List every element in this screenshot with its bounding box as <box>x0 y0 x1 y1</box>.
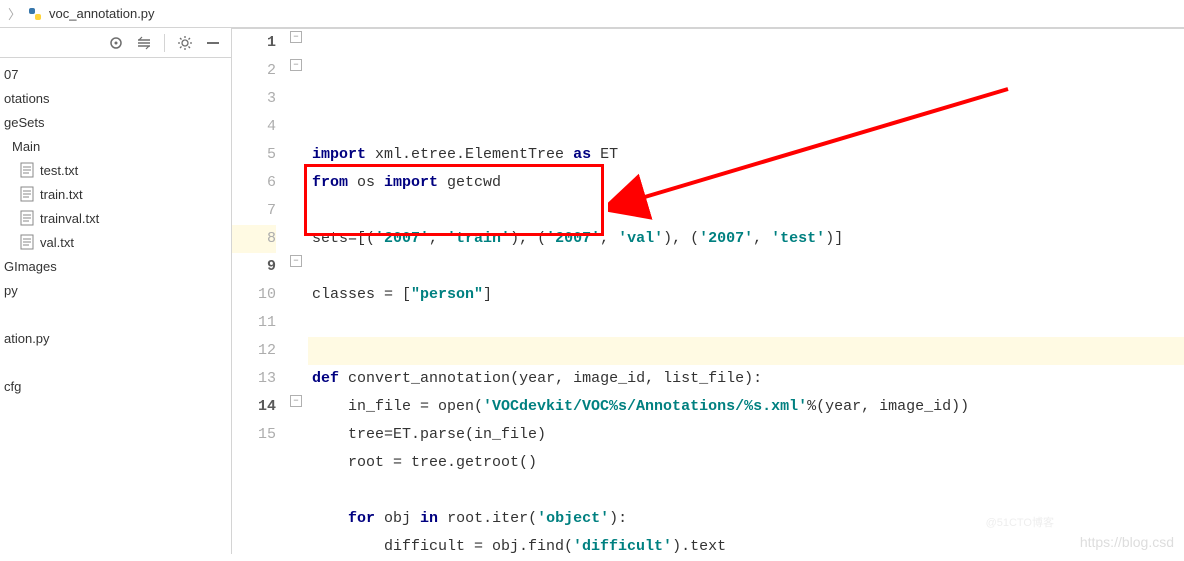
code-line[interactable] <box>308 197 1184 225</box>
line-number: 14 <box>232 393 276 421</box>
line-number: 11 <box>232 309 276 337</box>
breadcrumb: 〉 voc_annotation.py <box>0 0 1184 28</box>
chevron-right-icon: 〉 <box>8 4 21 23</box>
hide-icon[interactable] <box>205 35 221 51</box>
breadcrumb-file[interactable]: voc_annotation.py <box>49 6 155 21</box>
tree-item-label: otations <box>4 91 50 106</box>
tree-item[interactable]: ation.py <box>0 326 231 350</box>
watermark: https://blog.csd <box>1080 534 1174 550</box>
line-number: 6 <box>232 169 276 197</box>
fold-marker-icon[interactable]: − <box>290 255 302 267</box>
python-file-icon <box>27 6 43 22</box>
line-number: 4 <box>232 113 276 141</box>
code-line[interactable]: in_file = open('VOCdevkit/VOC%s/Annotati… <box>308 393 1184 421</box>
code-line[interactable]: import xml.etree.ElementTree as ET <box>308 141 1184 169</box>
tree-item-label: train.txt <box>40 187 83 202</box>
tree-item-label: GImages <box>4 259 57 274</box>
code-line[interactable]: sets=[('2007', 'train'), ('2007', 'val')… <box>308 225 1184 253</box>
code-line[interactable] <box>308 477 1184 505</box>
text-file-icon <box>20 162 36 178</box>
line-gutter: 123456789101112131415 <box>232 29 290 561</box>
line-number: 7 <box>232 197 276 225</box>
tree-item-label: py <box>4 283 18 298</box>
tree-item[interactable]: train.txt <box>0 182 231 206</box>
tree-item[interactable]: py <box>0 278 231 302</box>
code-editor[interactable]: 123456789101112131415 −−−− import xml.et… <box>232 29 1184 561</box>
target-icon[interactable] <box>108 35 124 51</box>
tree-item-label: test.txt <box>40 163 78 178</box>
line-number: 9 <box>232 253 276 281</box>
code-line[interactable]: tree=ET.parse(in_file) <box>308 421 1184 449</box>
toolbar-divider <box>164 34 165 52</box>
tree-item[interactable]: otations <box>0 86 231 110</box>
line-number: 12 <box>232 337 276 365</box>
line-number: 10 <box>232 281 276 309</box>
tree-item[interactable]: Main <box>0 134 231 158</box>
tree-item-label: trainval.txt <box>40 211 99 226</box>
tree-item[interactable] <box>0 350 231 374</box>
tree-item-label: val.txt <box>40 235 74 250</box>
file-tree: 07 otations geSets Maintest.txt train.txt tra… <box>0 58 231 402</box>
line-number: 5 <box>232 141 276 169</box>
tree-item-label: 07 <box>4 67 18 82</box>
code-line[interactable]: root = tree.getroot() <box>308 449 1184 477</box>
code-line[interactable]: difficult = obj.find('difficult').text <box>308 533 1184 561</box>
tree-item-label: Main <box>12 139 40 154</box>
tree-item-label: cfg <box>4 379 21 394</box>
text-file-icon <box>20 186 36 202</box>
line-number: 3 <box>232 85 276 113</box>
code-line[interactable]: def convert_annotation(year, image_id, l… <box>308 365 1184 393</box>
code-line[interactable] <box>308 337 1184 365</box>
watermark-secondary: @51CTO博客 <box>986 514 1054 530</box>
project-sidebar: 07 otations geSets Maintest.txt train.txt tra… <box>0 28 232 554</box>
line-number: 1 <box>232 29 276 57</box>
code-line[interactable] <box>308 309 1184 337</box>
line-number: 13 <box>232 365 276 393</box>
fold-strip: − − − − <box>290 29 308 561</box>
code-line[interactable]: from os import getcwd <box>308 169 1184 197</box>
tree-item[interactable]: val.txt <box>0 230 231 254</box>
collapse-icon[interactable] <box>136 35 152 51</box>
tree-item[interactable]: trainval.txt <box>0 206 231 230</box>
tree-item[interactable]: GImages <box>0 254 231 278</box>
tree-item[interactable]: cfg <box>0 374 231 398</box>
code-content[interactable]: import xml.etree.ElementTree as ETfrom o… <box>308 29 1184 561</box>
fold-marker-icon[interactable]: − <box>290 31 302 43</box>
tree-item-label: geSets <box>4 115 44 130</box>
text-file-icon <box>20 210 36 226</box>
code-line[interactable] <box>308 253 1184 281</box>
editor-area: MDREADME.md×yolo.py×yolostart.py×voc.py×… <box>232 28 1184 554</box>
tree-item[interactable] <box>0 302 231 326</box>
line-number: 15 <box>232 421 276 449</box>
sidebar-toolbar <box>0 28 231 58</box>
text-file-icon <box>20 234 36 250</box>
code-line[interactable]: classes = ["person"] <box>308 281 1184 309</box>
tree-item[interactable]: test.txt <box>0 158 231 182</box>
tree-item-label: ation.py <box>4 331 50 346</box>
line-number: 2 <box>232 57 276 85</box>
gear-icon[interactable] <box>177 35 193 51</box>
tree-item[interactable]: geSets <box>0 110 231 134</box>
tree-item[interactable]: 07 <box>0 62 231 86</box>
line-number: 8 <box>232 225 276 253</box>
fold-marker-icon[interactable]: − <box>290 395 302 407</box>
fold-marker-icon[interactable]: − <box>290 59 302 71</box>
